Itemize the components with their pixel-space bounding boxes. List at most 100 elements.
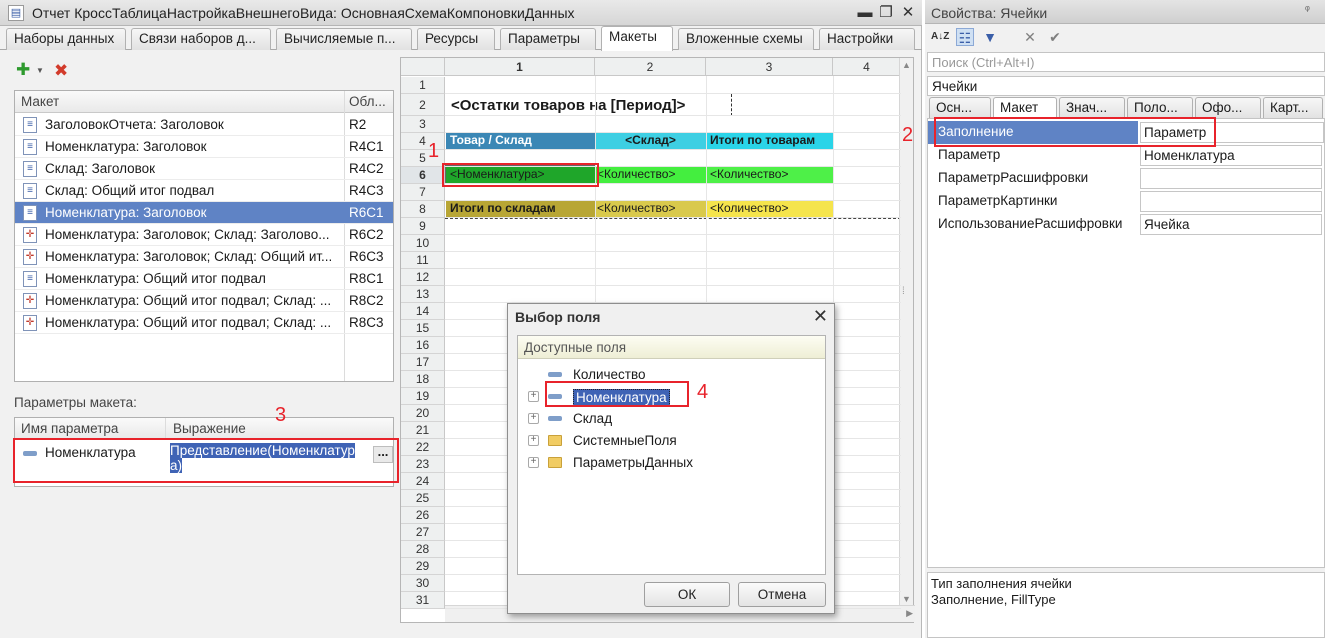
sort-alpha-icon[interactable]: A↓Z	[931, 28, 949, 46]
tab-parameters[interactable]: Параметры	[500, 28, 596, 50]
row-header[interactable]: 22	[401, 439, 445, 456]
filter-icon[interactable]: ▼	[981, 28, 999, 46]
cancel-button[interactable]: Отмена	[738, 582, 826, 607]
row-header[interactable]: 30	[401, 575, 445, 592]
column-header-1[interactable]: 1	[445, 58, 595, 76]
report-title-cell[interactable]: <Остатки товаров на [Период]>	[447, 95, 737, 117]
column-layout-header[interactable]: Макет	[21, 94, 59, 109]
scroll-right-icon[interactable]: ▶	[906, 608, 913, 619]
row-header[interactable]: 12	[401, 269, 445, 286]
ok-button[interactable]: ОК	[644, 582, 730, 607]
cell-r8c2[interactable]: <Количество>	[595, 200, 706, 217]
row-header[interactable]: 17	[401, 354, 445, 371]
ptab-position[interactable]: Поло...	[1127, 97, 1193, 118]
property-row[interactable]: ПараметрРасшифровки	[928, 167, 1324, 190]
layout-row[interactable]: ≡ Номенклатура: Заголовок R4C1	[15, 136, 393, 158]
property-value[interactable]	[1140, 191, 1322, 212]
tab-nested-schemas[interactable]: Вложенные схемы	[678, 28, 814, 50]
cell-r8c1[interactable]: Итоги по складам	[446, 200, 595, 217]
row-header[interactable]: 28	[401, 541, 445, 558]
pin-icon[interactable]: ᵠ	[1305, 4, 1310, 16]
row-header[interactable]: 18	[401, 371, 445, 388]
layout-row[interactable]: ✛ Номенклатура: Заголовок; Склад: Заголов…	[15, 224, 393, 246]
row-header[interactable]: 15	[401, 320, 445, 337]
layout-row[interactable]: ✛ Номенклатура: Заголовок; Склад: Общий и…	[15, 246, 393, 268]
row-header[interactable]: 27	[401, 524, 445, 541]
restore-icon[interactable]: ❐	[877, 4, 895, 22]
row-header[interactable]: 25	[401, 490, 445, 507]
ptab-value[interactable]: Знач...	[1059, 97, 1125, 118]
tab-settings[interactable]: Настройки	[819, 28, 915, 50]
column-header-4[interactable]: 4	[833, 58, 901, 76]
property-value[interactable]: Ячейка	[1140, 214, 1322, 235]
row-header[interactable]: 10	[401, 235, 445, 252]
row-header[interactable]: 19	[401, 388, 445, 405]
row-header[interactable]: 1	[401, 77, 445, 94]
layout-row[interactable]: ≡ Номенклатура: Заголовок R6C1	[15, 202, 393, 224]
ptab-layout[interactable]: Макет	[993, 97, 1057, 118]
row-header[interactable]: 16	[401, 337, 445, 354]
tree-item[interactable]: + СистемныеПоля	[528, 432, 818, 452]
scroll-down-icon[interactable]: ▼	[902, 594, 911, 604]
minimize-icon[interactable]: ▬	[856, 4, 874, 22]
row-header[interactable]: 23	[401, 456, 445, 473]
cell-r8c3[interactable]: <Количество>	[706, 200, 833, 217]
tab-datasets[interactable]: Наборы данных	[6, 28, 126, 50]
ptab-picture[interactable]: Карт...	[1263, 97, 1323, 118]
properties-search-input[interactable]: Поиск (Ctrl+Alt+I)	[927, 52, 1325, 72]
categorize-icon[interactable]: ☷	[956, 28, 974, 46]
layout-row[interactable]: ≡ Склад: Заголовок R4C2	[15, 158, 393, 180]
row-header[interactable]: 13	[401, 286, 445, 303]
row-header[interactable]: 9	[401, 218, 445, 235]
row-header[interactable]: 3	[401, 116, 445, 133]
row-header[interactable]: 7	[401, 184, 445, 201]
layout-row[interactable]: ≡ Номенклатура: Общий итог подвал R8C1	[15, 268, 393, 290]
layout-row[interactable]: ✛ Номенклатура: Общий итог подвал; Склад:…	[15, 290, 393, 312]
ptab-main[interactable]: Осн...	[929, 97, 991, 118]
property-row[interactable]: ИспользованиеРасшифровки Ячейка	[928, 213, 1324, 236]
add-icon[interactable]: ✚	[16, 61, 32, 78]
tree-item[interactable]: + ПараметрыДанных	[528, 454, 818, 474]
cancel-icon[interactable]: ✕	[1021, 28, 1039, 46]
dialog-close-icon[interactable]: ✕	[813, 306, 828, 327]
column-param-name-header[interactable]: Имя параметра	[21, 421, 118, 436]
row-header[interactable]: 21	[401, 422, 445, 439]
column-area-header[interactable]: Обл...	[349, 94, 386, 109]
row-header[interactable]: 20	[401, 405, 445, 422]
tab-calculated-fields[interactable]: Вычисляемые п...	[276, 28, 412, 50]
expand-icon[interactable]: +	[528, 391, 539, 402]
layout-row[interactable]: ≡ Склад: Общий итог подвал R4C3	[15, 180, 393, 202]
row-header[interactable]: 6	[401, 167, 445, 184]
property-row[interactable]: ПараметрКартинки	[928, 190, 1324, 213]
apply-icon[interactable]: ✔	[1046, 28, 1064, 46]
ptab-format[interactable]: Офо...	[1195, 97, 1261, 118]
property-row[interactable]: Параметр Номенклатура	[928, 144, 1324, 167]
row-header[interactable]: 8	[401, 201, 445, 218]
cell-r6c2[interactable]: <Количество>	[595, 166, 706, 183]
column-header-3[interactable]: 3	[706, 58, 833, 76]
expand-icon[interactable]: +	[528, 413, 539, 424]
row-header[interactable]: 31	[401, 592, 445, 609]
column-header-2[interactable]: 2	[595, 58, 706, 76]
tab-resources[interactable]: Ресурсы	[417, 28, 495, 50]
close-icon[interactable]: ✕	[899, 4, 917, 22]
column-expression-header[interactable]: Выражение	[173, 421, 246, 436]
row-header[interactable]: 29	[401, 558, 445, 575]
tab-layouts[interactable]: Макеты	[601, 26, 673, 51]
row-header[interactable]: 14	[401, 303, 445, 320]
dropdown-arrow-icon[interactable]: ▼	[36, 66, 44, 75]
row-header[interactable]: 26	[401, 507, 445, 524]
tab-dataset-links[interactable]: Связи наборов д...	[131, 28, 271, 50]
scroll-up-icon[interactable]: ▲	[902, 60, 911, 70]
cell-r6c3[interactable]: <Количество>	[706, 166, 833, 183]
property-value[interactable]: Номенклатура	[1140, 145, 1322, 166]
property-value[interactable]	[1140, 168, 1322, 189]
tree-item[interactable]: + Склад	[528, 410, 818, 430]
row-header[interactable]: 2	[401, 94, 445, 116]
cell-r4c3[interactable]: Итоги по товарам	[706, 132, 833, 149]
cell-r4c2[interactable]: <Склад>	[595, 132, 706, 149]
expand-icon[interactable]: +	[528, 435, 539, 446]
expand-icon[interactable]: +	[528, 457, 539, 468]
layout-row[interactable]: ✛ Номенклатура: Общий итог подвал; Склад:…	[15, 312, 393, 334]
delete-icon[interactable]: ✖	[54, 61, 68, 81]
